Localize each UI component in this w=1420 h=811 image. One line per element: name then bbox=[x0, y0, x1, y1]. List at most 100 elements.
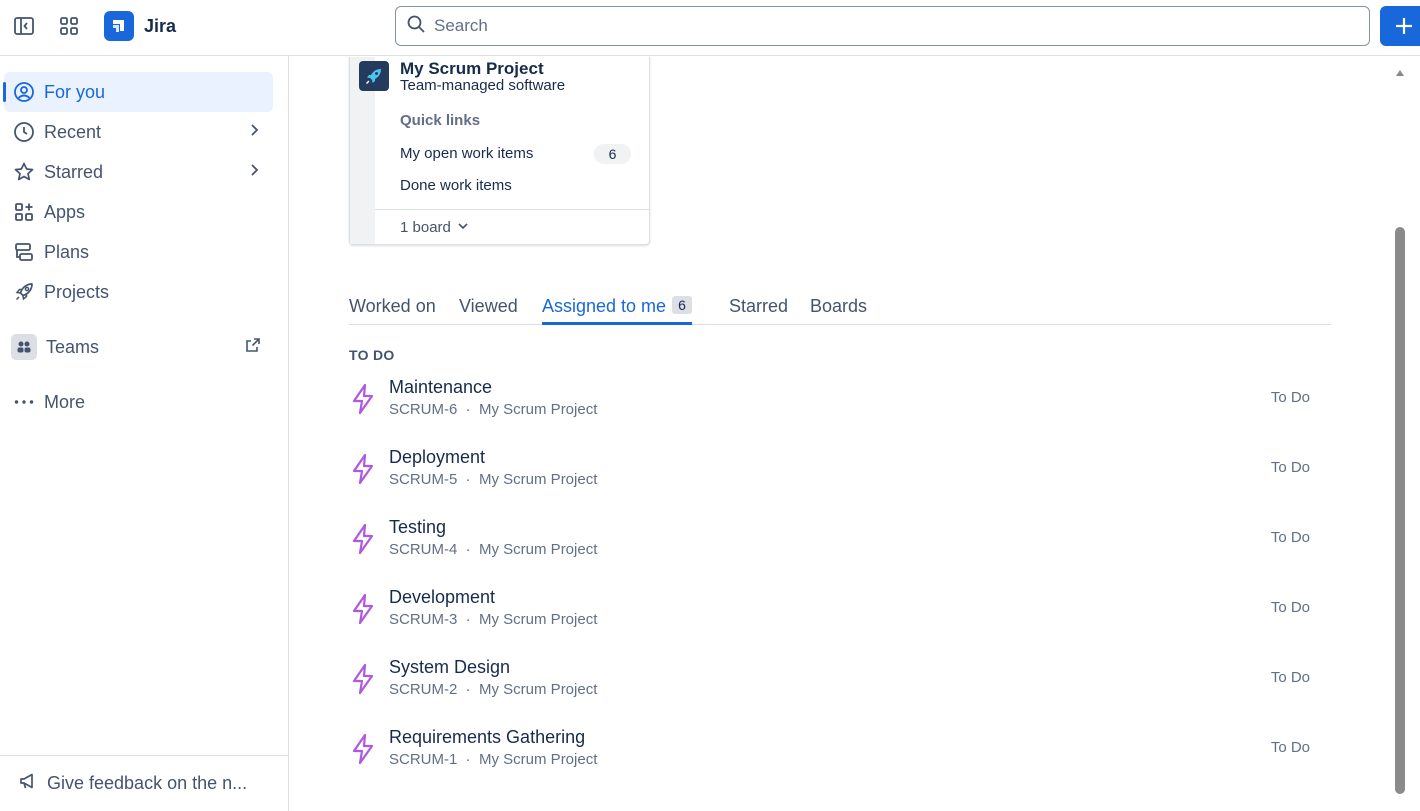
feedback-button[interactable]: Give feedback on the n... bbox=[0, 755, 288, 811]
work-item-row[interactable]: Deployment SCRUM-5 · My Scrum Project To D… bbox=[349, 447, 1329, 507]
top-navigation: Jira bbox=[0, 0, 1420, 56]
app-switcher-icon[interactable] bbox=[57, 14, 81, 38]
sidebar-item-label: Projects bbox=[44, 281, 110, 302]
jira-logo[interactable]: Jira bbox=[104, 11, 176, 41]
scroll-up-icon[interactable] bbox=[1395, 65, 1405, 76]
tab-label: Boards bbox=[810, 296, 868, 316]
tab-label: Worked on bbox=[349, 296, 436, 316]
epic-bolt-icon bbox=[349, 663, 377, 695]
sidebar-item-label: Starred bbox=[44, 161, 104, 182]
epic-bolt-icon bbox=[349, 523, 377, 555]
create-button[interactable] bbox=[1380, 6, 1420, 46]
tab-worked-on[interactable]: Worked on bbox=[349, 296, 436, 325]
search-icon bbox=[406, 14, 426, 39]
tab-viewed[interactable]: Viewed bbox=[459, 296, 518, 325]
work-item-project: My Scrum Project bbox=[479, 751, 598, 768]
work-item-meta: SCRUM-2 · My Scrum Project bbox=[389, 681, 598, 698]
work-item-row[interactable]: Maintenance SCRUM-6 · My Scrum Project To … bbox=[349, 377, 1329, 437]
sidebar-item-label: Plans bbox=[44, 241, 90, 262]
sidebar-item-projects[interactable]: Projects bbox=[4, 272, 273, 312]
work-item-row[interactable]: Development SCRUM-3 · My Scrum Project To … bbox=[349, 587, 1329, 647]
clock-icon bbox=[13, 121, 35, 143]
assigned-count-badge: 6 bbox=[672, 296, 692, 314]
work-item-status: To Do bbox=[1270, 599, 1310, 616]
sidebar-item-starred[interactable]: Starred bbox=[4, 152, 273, 192]
sidebar-item-apps[interactable]: Apps bbox=[4, 192, 273, 232]
tab-label: Starred bbox=[729, 296, 789, 316]
tab-label: Viewed bbox=[459, 296, 518, 316]
work-item-status: To Do bbox=[1270, 459, 1310, 476]
work-item-title[interactable]: Maintenance bbox=[389, 377, 492, 398]
tab-boards[interactable]: Boards bbox=[810, 296, 867, 325]
project-avatar-icon bbox=[359, 61, 389, 91]
project-name[interactable]: My Scrum Project bbox=[400, 59, 544, 79]
work-item-status: To Do bbox=[1270, 529, 1310, 546]
work-item-project: My Scrum Project bbox=[479, 401, 598, 418]
work-item-row[interactable]: Requirements Gathering SCRUM-1 · My Scrum… bbox=[349, 727, 1329, 787]
work-item-meta: SCRUM-4 · My Scrum Project bbox=[389, 541, 598, 558]
work-item-title[interactable]: Requirements Gathering bbox=[389, 727, 585, 748]
quick-links-title: Quick links bbox=[400, 112, 481, 129]
work-item-status: To Do bbox=[1270, 669, 1310, 686]
open-items-count-badge: 6 bbox=[594, 144, 631, 164]
quick-link-done-items[interactable]: Done work items bbox=[400, 177, 512, 194]
search-box[interactable] bbox=[395, 6, 1370, 46]
work-item-title[interactable]: System Design bbox=[389, 657, 510, 678]
work-item-row[interactable]: System Design SCRUM-2 · My Scrum Project T… bbox=[349, 657, 1329, 717]
main-content: My Scrum Project Team-managed software Q… bbox=[290, 57, 1394, 811]
work-item-meta: SCRUM-5 · My Scrum Project bbox=[389, 471, 598, 488]
quick-link-open-items[interactable]: My open work items bbox=[400, 145, 533, 162]
chevron-down-icon bbox=[457, 219, 469, 236]
work-item-meta: SCRUM-3 · My Scrum Project bbox=[389, 611, 598, 628]
work-item-status: To Do bbox=[1270, 739, 1310, 756]
sidebar-item-for-you[interactable]: For you bbox=[3, 72, 273, 112]
work-item-title[interactable]: Deployment bbox=[389, 447, 485, 468]
app-name: Jira bbox=[144, 15, 177, 36]
work-item-project: My Scrum Project bbox=[479, 681, 598, 698]
tab-label: Assigned to me bbox=[542, 296, 667, 316]
sidebar-item-label: For you bbox=[44, 81, 106, 102]
tab-assigned-to-me[interactable]: Assigned to me 6 bbox=[542, 296, 692, 325]
work-tabs: Worked on Viewed Assigned to me 6 Starred… bbox=[349, 291, 1331, 325]
sidebar-item-more[interactable]: More bbox=[4, 382, 273, 422]
scrollbar-thumb[interactable] bbox=[1395, 227, 1405, 794]
jira-logo-icon bbox=[104, 11, 134, 41]
megaphone-icon bbox=[18, 771, 38, 796]
teams-icon bbox=[11, 334, 37, 360]
work-item-key: SCRUM-4 bbox=[389, 541, 458, 558]
sidebar-item-label: Teams bbox=[46, 336, 100, 357]
work-item-status: To Do bbox=[1270, 389, 1310, 406]
section-title: TO DO bbox=[349, 347, 395, 363]
work-item-title[interactable]: Development bbox=[389, 587, 495, 608]
epic-bolt-icon bbox=[349, 733, 377, 765]
sidebar-item-plans[interactable]: Plans bbox=[4, 232, 273, 272]
more-icon bbox=[13, 391, 35, 413]
rocket-icon bbox=[13, 281, 35, 303]
chevron-right-icon[interactable] bbox=[247, 163, 261, 182]
work-item-key: SCRUM-6 bbox=[389, 401, 458, 418]
work-item-project: My Scrum Project bbox=[479, 541, 598, 558]
work-item-title[interactable]: Testing bbox=[389, 517, 446, 538]
sidebar-item-teams[interactable]: Teams bbox=[4, 327, 273, 367]
boards-dropdown[interactable]: 1 board bbox=[375, 209, 650, 245]
chevron-right-icon[interactable] bbox=[247, 123, 261, 142]
search-input[interactable] bbox=[434, 16, 1334, 36]
work-item-key: SCRUM-1 bbox=[389, 751, 458, 768]
project-type: Team-managed software bbox=[400, 77, 566, 94]
sidebar-item-recent[interactable]: Recent bbox=[4, 112, 273, 152]
sidebar: For you Recent Starred Apps Plans Projec… bbox=[0, 56, 289, 811]
epic-bolt-icon bbox=[349, 593, 377, 625]
user-circle-icon bbox=[13, 81, 35, 103]
star-icon bbox=[13, 161, 35, 183]
external-link-icon[interactable] bbox=[245, 337, 261, 358]
sidebar-toggle-icon[interactable] bbox=[12, 14, 36, 38]
project-card[interactable]: My Scrum Project Team-managed software Q… bbox=[349, 57, 650, 245]
sidebar-item-label: Recent bbox=[44, 121, 102, 142]
epic-bolt-icon bbox=[349, 453, 377, 485]
work-item-row[interactable]: Testing SCRUM-4 · My Scrum Project To Do bbox=[349, 517, 1329, 577]
boards-label: 1 board bbox=[400, 219, 451, 236]
work-item-key: SCRUM-5 bbox=[389, 471, 458, 488]
epic-bolt-icon bbox=[349, 383, 377, 415]
tab-starred[interactable]: Starred bbox=[729, 296, 788, 325]
work-item-project: My Scrum Project bbox=[479, 471, 598, 488]
